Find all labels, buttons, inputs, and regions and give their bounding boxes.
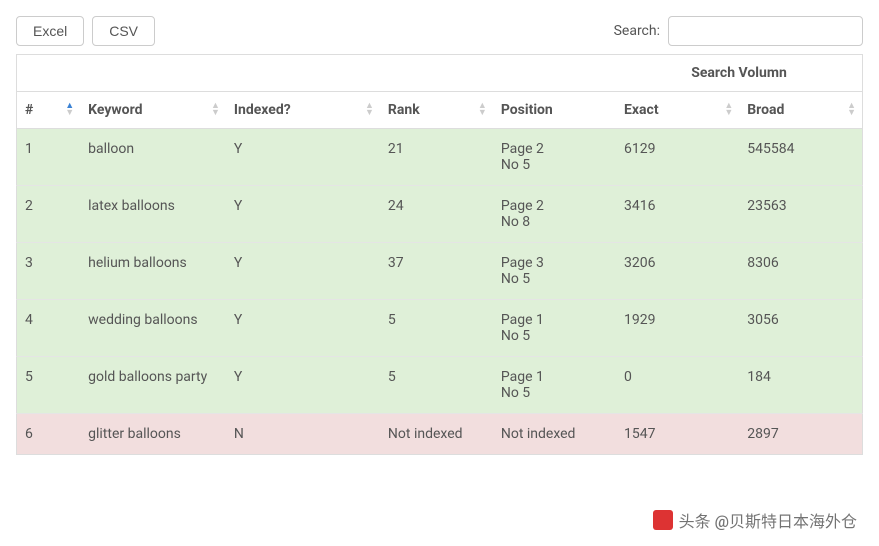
- search-label: Search:: [614, 23, 660, 39]
- col-header-exact-label: Exact: [624, 102, 659, 118]
- cell-exact: 3206: [616, 243, 739, 300]
- cell-position: Page 2No 5: [493, 129, 616, 186]
- cell-position: Page 1No 5: [493, 300, 616, 357]
- cell-broad: 545584: [739, 129, 862, 186]
- cell-num: 6: [17, 414, 81, 455]
- table-row: 5gold balloons partyY5Page 1No 50184: [17, 357, 863, 414]
- cell-exact: 3416: [616, 186, 739, 243]
- cell-keyword: gold balloons party: [80, 357, 226, 414]
- col-header-num-label: #: [25, 102, 33, 118]
- col-header-rank[interactable]: Rank ▲▼: [380, 92, 493, 129]
- cell-indexed: Y: [226, 129, 380, 186]
- cell-rank: 37: [380, 243, 493, 300]
- cell-indexed: Y: [226, 357, 380, 414]
- table-row: 1balloonY21Page 2No 56129545584: [17, 129, 863, 186]
- cell-num: 3: [17, 243, 81, 300]
- cell-num: 2: [17, 186, 81, 243]
- sort-icon: ▲▼: [211, 103, 220, 117]
- cell-position: Page 1No 5: [493, 357, 616, 414]
- sort-icon: ▲▼: [724, 103, 733, 117]
- table-body: 1balloonY21Page 2No 561295455842latex ba…: [17, 129, 863, 455]
- cell-position: Page 2No 8: [493, 186, 616, 243]
- cell-exact: 0: [616, 357, 739, 414]
- cell-broad: 23563: [739, 186, 862, 243]
- col-header-keyword-label: Keyword: [88, 102, 142, 118]
- cell-keyword: latex balloons: [80, 186, 226, 243]
- cell-keyword: wedding balloons: [80, 300, 226, 357]
- cell-keyword: helium balloons: [80, 243, 226, 300]
- table-row: 6glitter balloonsNNot indexedNot indexed…: [17, 414, 863, 455]
- cell-exact: 6129: [616, 129, 739, 186]
- cell-broad: 3056: [739, 300, 862, 357]
- sort-icon: ▲▼: [65, 103, 74, 117]
- cell-keyword: balloon: [80, 129, 226, 186]
- sort-icon: ▲▼: [365, 103, 374, 117]
- export-buttons: Excel CSV: [16, 16, 155, 46]
- col-header-broad[interactable]: Broad ▲▼: [739, 92, 862, 129]
- cell-rank: 21: [380, 129, 493, 186]
- cell-num: 5: [17, 357, 81, 414]
- col-header-exact[interactable]: Exact ▲▼: [616, 92, 739, 129]
- toolbar: Excel CSV Search:: [16, 16, 863, 46]
- col-header-indexed[interactable]: Indexed? ▲▼: [226, 92, 380, 129]
- search-wrap: Search:: [614, 16, 863, 46]
- cell-rank: 24: [380, 186, 493, 243]
- group-header-spacer: [17, 55, 617, 92]
- cell-rank: Not indexed: [380, 414, 493, 455]
- watermark-text: 头条 @贝斯特日本海外仓: [679, 508, 857, 532]
- col-header-broad-label: Broad: [747, 102, 784, 118]
- search-input[interactable]: [668, 16, 863, 46]
- cell-broad: 184: [739, 357, 862, 414]
- cell-rank: 5: [380, 357, 493, 414]
- col-header-keyword[interactable]: Keyword ▲▼: [80, 92, 226, 129]
- cell-exact: 1547: [616, 414, 739, 455]
- cell-broad: 2897: [739, 414, 862, 455]
- cell-indexed: N: [226, 414, 380, 455]
- cell-num: 1: [17, 129, 81, 186]
- group-header-search-volumn: Search Volumn: [616, 55, 862, 92]
- csv-button[interactable]: CSV: [92, 16, 155, 46]
- cell-position: Not indexed: [493, 414, 616, 455]
- keyword-table: Search Volumn # ▲▼ Keyword ▲▼ Indexed? ▲…: [16, 54, 863, 455]
- cell-indexed: Y: [226, 186, 380, 243]
- table-row: 2latex balloonsY24Page 2No 8341623563: [17, 186, 863, 243]
- cell-indexed: Y: [226, 300, 380, 357]
- cell-broad: 8306: [739, 243, 862, 300]
- col-header-num[interactable]: # ▲▼: [17, 92, 81, 129]
- col-header-rank-label: Rank: [388, 102, 420, 118]
- cell-num: 4: [17, 300, 81, 357]
- table-row: 3helium balloonsY37Page 3No 532068306: [17, 243, 863, 300]
- sort-icon: ▲▼: [847, 103, 856, 117]
- cell-exact: 1929: [616, 300, 739, 357]
- watermark-icon: [653, 510, 673, 530]
- watermark: 头条 @贝斯特日本海外仓: [653, 508, 857, 532]
- cell-position: Page 3No 5: [493, 243, 616, 300]
- col-header-position: Position: [493, 92, 616, 129]
- excel-button[interactable]: Excel: [16, 16, 84, 46]
- col-header-position-label: Position: [501, 102, 553, 118]
- cell-indexed: Y: [226, 243, 380, 300]
- cell-rank: 5: [380, 300, 493, 357]
- table-row: 4wedding balloonsY5Page 1No 519293056: [17, 300, 863, 357]
- cell-keyword: glitter balloons: [80, 414, 226, 455]
- sort-icon: ▲▼: [478, 103, 487, 117]
- col-header-indexed-label: Indexed?: [234, 102, 291, 118]
